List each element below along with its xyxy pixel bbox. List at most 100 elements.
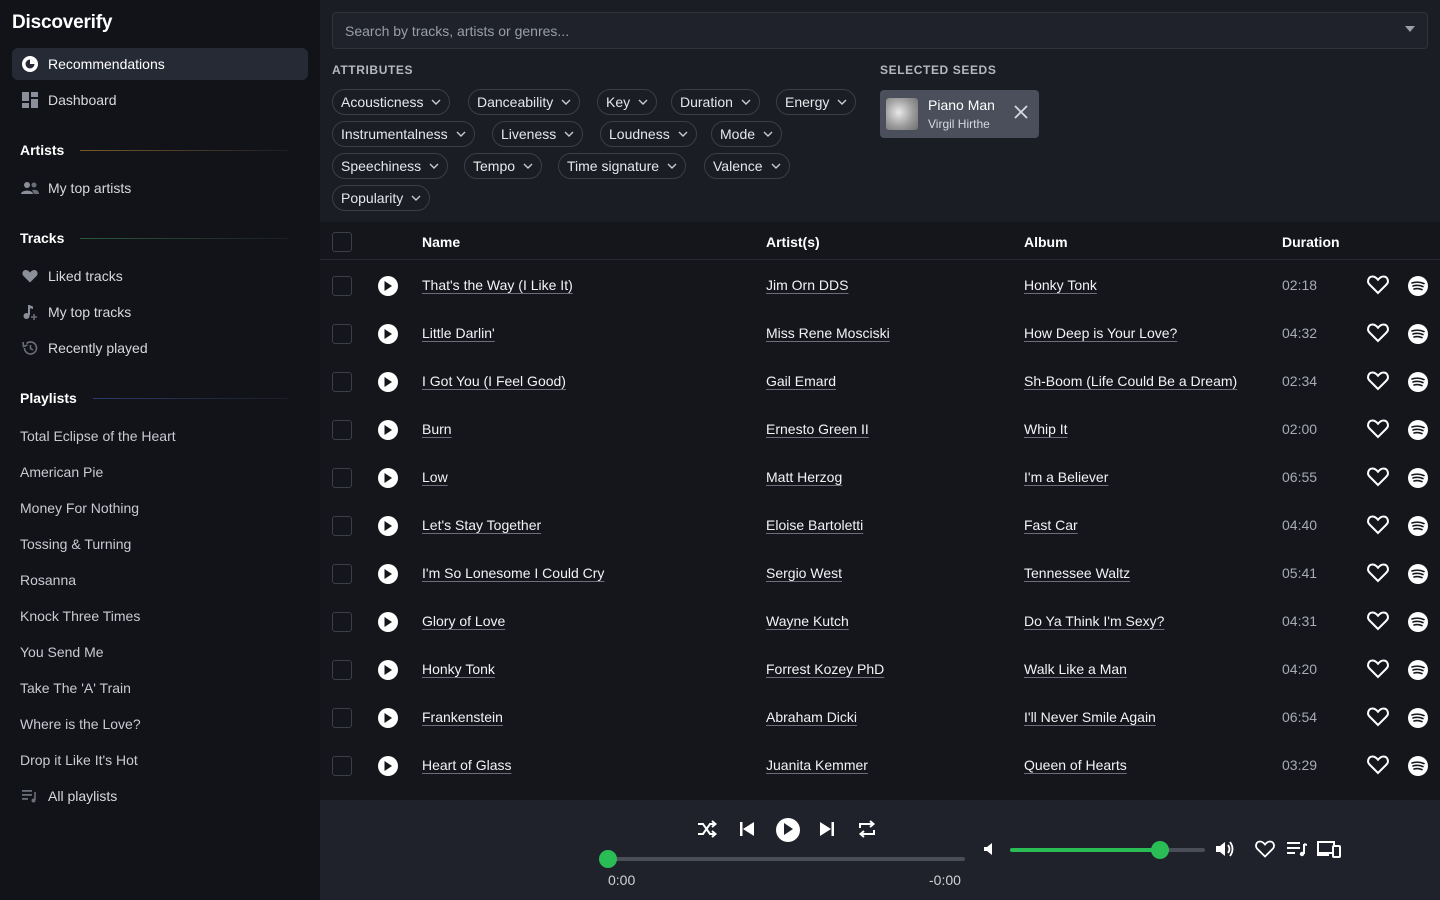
like-button[interactable] — [1254, 839, 1276, 861]
artist-link[interactable]: Juanita Kemmer — [766, 757, 868, 773]
artist-link[interactable]: Wayne Kutch — [766, 613, 849, 629]
open-in-spotify-button[interactable] — [1408, 612, 1428, 632]
play-pause-button[interactable] — [776, 818, 800, 842]
like-track-button[interactable] — [1367, 275, 1389, 298]
like-track-button[interactable] — [1367, 515, 1389, 538]
album-link[interactable]: Queen of Hearts — [1024, 757, 1127, 773]
like-track-button[interactable] — [1367, 563, 1389, 586]
repeat-button[interactable] — [856, 819, 878, 841]
artist-link[interactable]: Matt Herzog — [766, 469, 842, 485]
chip-instrumentalness[interactable]: Instrumentalness — [332, 121, 475, 147]
volume-thumb[interactable] — [1151, 841, 1170, 859]
artist-link[interactable]: Miss Rene Mosciski — [766, 325, 890, 341]
row-checkbox[interactable] — [332, 660, 352, 680]
open-in-spotify-button[interactable] — [1408, 324, 1428, 344]
column-header-name[interactable]: Name — [422, 234, 460, 250]
playlist-item[interactable]: Total Eclipse of the Heart — [20, 428, 176, 444]
play-track-button[interactable] — [378, 564, 398, 584]
artist-link[interactable]: Eloise Bartoletti — [766, 517, 863, 533]
artist-link[interactable]: Abraham Dicki — [766, 709, 857, 725]
chip-danceability[interactable]: Danceability — [468, 89, 581, 115]
like-track-button[interactable] — [1367, 707, 1389, 730]
app-logo[interactable]: Discoverify — [12, 12, 112, 34]
playlist-item[interactable]: Take The 'A' Train — [20, 680, 131, 696]
chip-liveness[interactable]: Liveness — [492, 121, 584, 147]
row-checkbox[interactable] — [332, 756, 352, 776]
open-in-spotify-button[interactable] — [1408, 276, 1428, 296]
chip-time-signature[interactable]: Time signature — [558, 153, 687, 179]
like-track-button[interactable] — [1367, 323, 1389, 346]
nav-dashboard[interactable]: Dashboard — [12, 84, 308, 116]
open-in-spotify-button[interactable] — [1408, 372, 1428, 392]
play-track-button[interactable] — [378, 708, 398, 728]
chip-duration[interactable]: Duration — [671, 89, 760, 115]
search-input[interactable]: Search by tracks, artists or genres... — [332, 12, 1428, 49]
play-track-button[interactable] — [378, 660, 398, 680]
chip-loudness[interactable]: Loudness — [600, 121, 697, 147]
devices-button[interactable] — [1316, 839, 1342, 861]
column-header-artists[interactable]: Artist(s) — [766, 234, 820, 250]
seed-chip[interactable]: Piano Man Virgil Hirthe — [880, 90, 1039, 138]
track-name-link[interactable]: Glory of Love — [422, 613, 505, 629]
open-in-spotify-button[interactable] — [1408, 516, 1428, 536]
open-in-spotify-button[interactable] — [1408, 660, 1428, 680]
album-link[interactable]: Fast Car — [1024, 517, 1078, 533]
track-name-link[interactable]: Low — [422, 469, 448, 485]
play-track-button[interactable] — [378, 324, 398, 344]
nav-recently-played[interactable]: Recently played — [12, 332, 308, 364]
album-link[interactable]: How Deep is Your Love? — [1024, 325, 1177, 341]
like-track-button[interactable] — [1367, 371, 1389, 394]
queue-button[interactable] — [1286, 839, 1308, 861]
track-name-link[interactable]: I Got You (I Feel Good) — [422, 373, 566, 389]
nav-all-playlists[interactable]: All playlists — [12, 780, 308, 812]
open-in-spotify-button[interactable] — [1408, 420, 1428, 440]
row-checkbox[interactable] — [332, 324, 352, 344]
column-header-album[interactable]: Album — [1024, 234, 1068, 250]
album-link[interactable]: I'm a Believer — [1024, 469, 1108, 485]
playlist-item[interactable]: Where is the Love? — [20, 716, 141, 732]
progress-track[interactable] — [608, 857, 965, 861]
playlist-item[interactable]: Tossing & Turning — [20, 536, 131, 552]
play-track-button[interactable] — [378, 612, 398, 632]
track-name-link[interactable]: Let's Stay Together — [422, 517, 541, 533]
row-checkbox[interactable] — [332, 612, 352, 632]
playlist-item[interactable]: American Pie — [20, 464, 103, 480]
nav-recommendations[interactable]: Recommendations — [12, 48, 308, 80]
open-in-spotify-button[interactable] — [1408, 468, 1428, 488]
select-all-checkbox[interactable] — [332, 232, 352, 252]
play-track-button[interactable] — [378, 516, 398, 536]
track-name-link[interactable]: I'm So Lonesome I Could Cry — [422, 565, 604, 581]
close-icon[interactable] — [1013, 104, 1029, 123]
playlist-item[interactable]: Drop it Like It's Hot — [20, 752, 138, 768]
artist-link[interactable]: Gail Emard — [766, 373, 836, 389]
chip-acousticness[interactable]: Acousticness — [332, 89, 451, 115]
chip-key[interactable]: Key — [597, 89, 658, 115]
chevron-down-icon[interactable] — [1405, 26, 1415, 32]
playlist-item[interactable]: Money For Nothing — [20, 500, 139, 516]
album-link[interactable]: I'll Never Smile Again — [1024, 709, 1156, 725]
shuffle-button[interactable] — [696, 819, 718, 841]
row-checkbox[interactable] — [332, 372, 352, 392]
artist-link[interactable]: Ernesto Green II — [766, 421, 869, 437]
playlist-item[interactable]: You Send Me — [20, 644, 104, 660]
open-in-spotify-button[interactable] — [1408, 708, 1428, 728]
volume-max-button[interactable] — [1214, 839, 1236, 861]
nav-liked-tracks[interactable]: Liked tracks — [12, 260, 308, 292]
track-name-link[interactable]: Heart of Glass — [422, 757, 511, 773]
chip-mode[interactable]: Mode — [711, 121, 783, 147]
track-name-link[interactable]: Burn — [422, 421, 452, 437]
track-name-link[interactable]: Honky Tonk — [422, 661, 495, 677]
playlist-item[interactable]: Knock Three Times — [20, 608, 140, 624]
chip-tempo[interactable]: Tempo — [464, 153, 543, 179]
album-link[interactable]: Honky Tonk — [1024, 277, 1097, 293]
mute-button[interactable] — [980, 840, 1000, 860]
row-checkbox[interactable] — [332, 420, 352, 440]
row-checkbox[interactable] — [332, 276, 352, 296]
artist-link[interactable]: Jim Orn DDS — [766, 277, 848, 293]
nav-my-top-artists[interactable]: My top artists — [12, 172, 308, 204]
album-link[interactable]: Walk Like a Man — [1024, 661, 1127, 677]
like-track-button[interactable] — [1367, 419, 1389, 442]
track-name-link[interactable]: Frankenstein — [422, 709, 503, 725]
artist-link[interactable]: Forrest Kozey PhD — [766, 661, 884, 677]
chip-popularity[interactable]: Popularity — [332, 185, 431, 211]
